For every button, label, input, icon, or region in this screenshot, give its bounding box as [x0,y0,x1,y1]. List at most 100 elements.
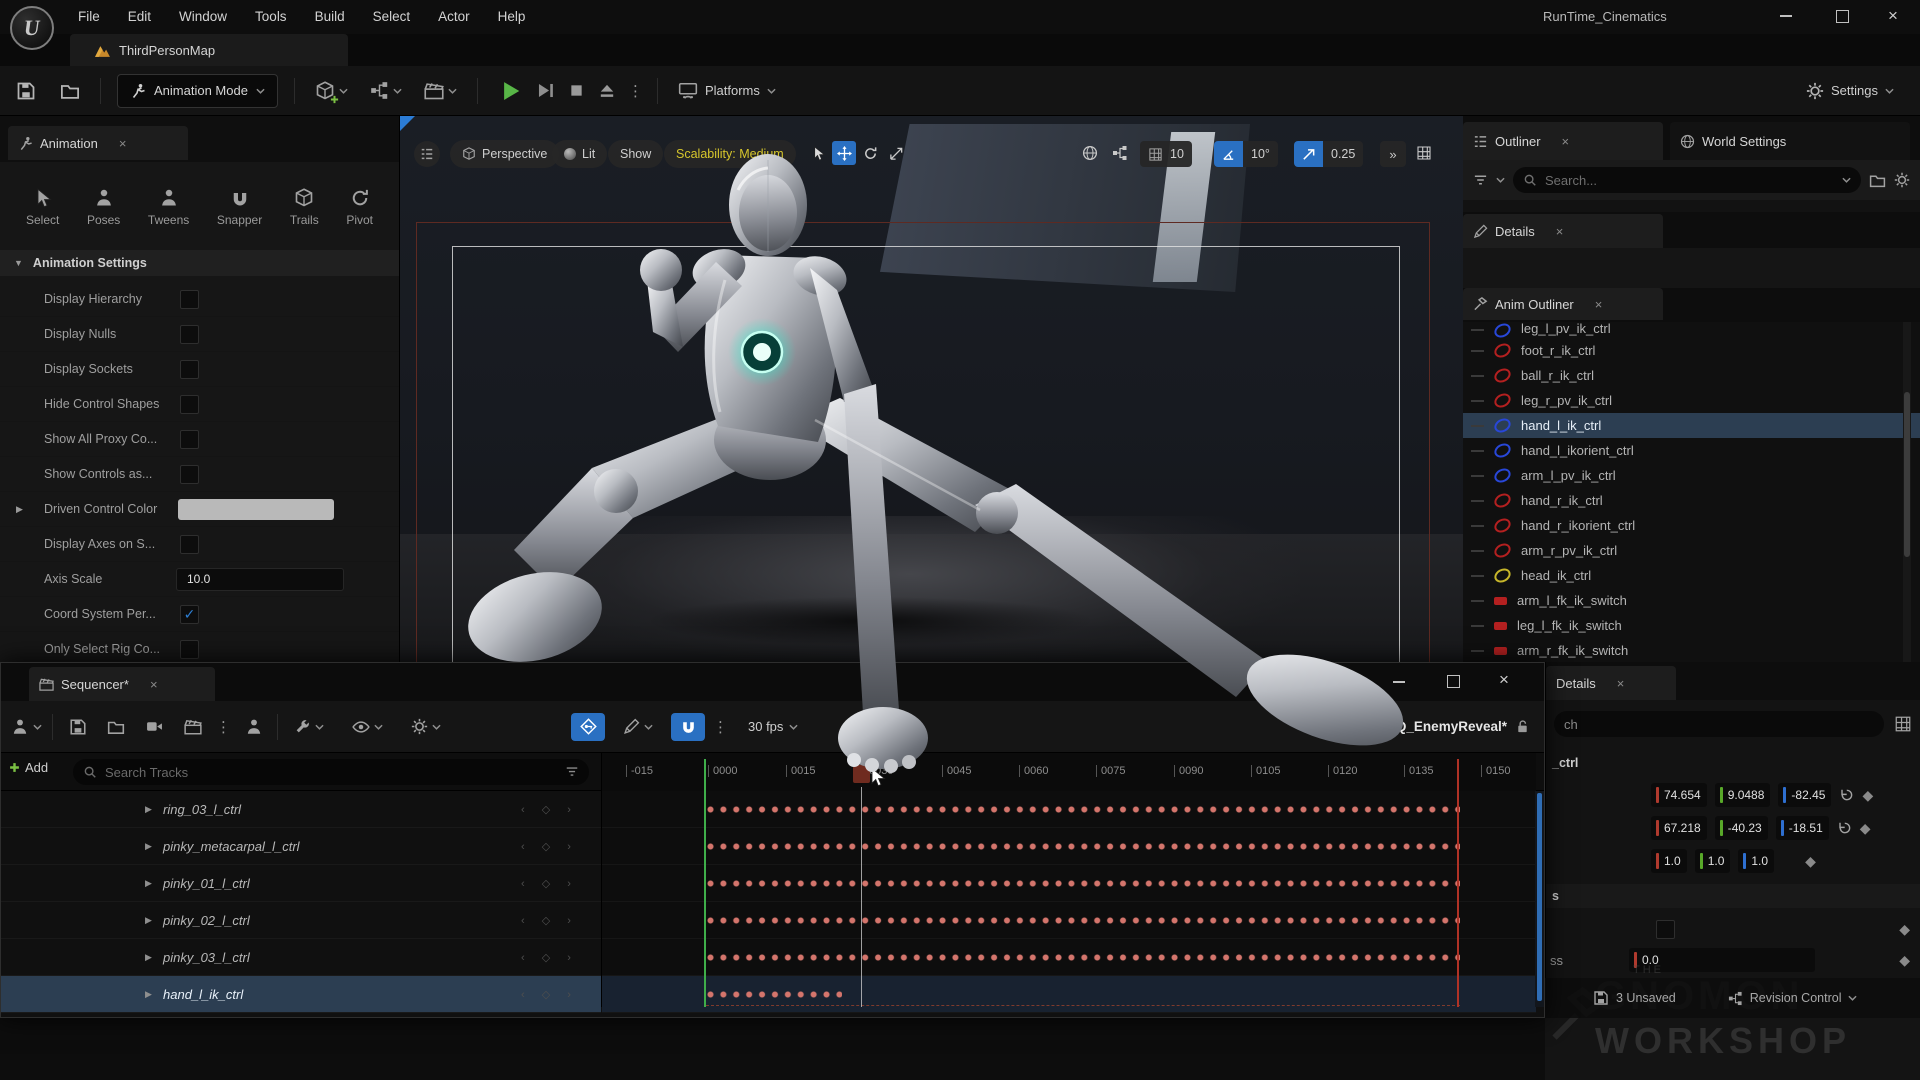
view-options-dropdown[interactable] [352,718,383,736]
play-button[interactable] [500,80,522,102]
sequencer-scrollbar[interactable] [1535,791,1544,1007]
keyframe-lane[interactable] [602,865,1536,902]
menu-edit[interactable]: Edit [114,0,165,34]
keyframe-lane[interactable] [602,902,1536,939]
tab-animation[interactable]: Animation × [8,126,188,160]
details-search-input[interactable]: ch [1554,711,1884,737]
sequencer-avatar-dropdown[interactable] [11,718,42,736]
save-button[interactable] [16,81,36,101]
checkbox[interactable]: ✓ [180,465,199,484]
settings-dropdown[interactable]: Settings [1806,82,1894,100]
checkbox[interactable]: ✓ [180,360,199,379]
close-icon[interactable]: × [150,677,158,692]
outliner-settings-gear-icon[interactable] [1894,172,1910,188]
track-row[interactable]: ▶pinky_02_l_ctrl‹ ◇ › [1,902,601,939]
value-x-field[interactable]: 1.0 [1651,849,1687,873]
menu-select[interactable]: Select [359,0,425,34]
frame-skip-button[interactable] [536,81,555,100]
value-z-field[interactable]: -18.51 [1776,816,1829,840]
keyframe-lane[interactable] [602,791,1536,828]
eject-button[interactable] [598,82,616,100]
fps-dropdown[interactable]: 30 fps [748,719,798,734]
platforms-dropdown[interactable]: Platforms [678,82,776,100]
keyframe-dots[interactable] [706,916,1460,925]
track-row[interactable]: ▶pinky_metacarpal_l_ctrl‹ ◇ › [1,828,601,865]
keyframe-dots[interactable] [706,990,842,999]
control-row[interactable]: arm_l_fk_ik_switch [1463,588,1920,613]
tab-sequencer[interactable]: Sequencer* × [29,667,215,701]
playback-range-start[interactable] [704,759,706,1007]
expand-arrow-icon[interactable]: ▶ [145,804,152,815]
control-row[interactable]: arm_r_fk_ik_switch [1463,638,1920,662]
checkbox[interactable]: ✓ [1656,920,1675,939]
keyframe-diamond-icon[interactable]: ◆ [1860,820,1871,837]
unsaved-indicator[interactable]: 3 Unsaved [1593,990,1676,1006]
keyframe-dots[interactable] [706,879,1460,888]
expand-arrow-icon[interactable]: ▶ [16,504,23,515]
expand-arrow-icon[interactable]: ▶ [145,841,152,852]
control-row[interactable]: arm_r_pv_ik_ctrl [1463,538,1920,563]
scrollbar-thumb[interactable] [1537,793,1542,1001]
checkbox[interactable]: ✓ [180,605,199,624]
tab-details-bottom[interactable]: Details × [1546,666,1676,700]
expand-arrow-icon[interactable]: ▶ [145,989,152,1000]
sequencer-close-button[interactable]: × [1499,670,1509,690]
value-x-field[interactable]: 67.218 [1651,816,1707,840]
track-row[interactable]: ▶pinky_03_l_ctrl‹ ◇ › [1,939,601,976]
playhead-line[interactable] [861,787,862,1007]
keyframe-lane[interactable] [602,828,1536,865]
close-icon[interactable]: × [1562,134,1570,149]
close-icon[interactable]: × [119,136,127,151]
sequencer-options-dots[interactable]: ⋮ [216,718,231,736]
tool-pivot[interactable]: Pivot [346,188,373,227]
snap-options-dots[interactable]: ⋮ [713,718,728,736]
keyframe-nav-icons[interactable]: ‹ ◇ › [521,988,578,1001]
color-swatch[interactable] [178,499,334,520]
track-row[interactable]: ▶pinky_01_l_ctrl‹ ◇ › [1,865,601,902]
value-z-field[interactable]: -82.45 [1778,783,1831,807]
keyframe-lane[interactable] [602,939,1536,976]
playback-options-dropdown[interactable] [411,718,441,735]
tool-poses[interactable]: Poses [87,188,120,227]
save-sequence-button[interactable] [69,718,87,736]
blueprints-dropdown[interactable] [370,81,402,100]
timeline-ruler[interactable]: -015 0000 0015 0030 0045 0060 0075 0090 … [601,753,1536,791]
tab-anim-outliner[interactable]: Anim Outliner × [1463,288,1663,320]
stop-button[interactable] [569,83,584,98]
control-row[interactable]: leg_r_pv_ik_ctrl [1463,388,1920,413]
scalability-dropdown[interactable]: Scalability: Medium [664,140,796,168]
value-x-field[interactable]: 74.654 [1651,783,1707,807]
lock-icon[interactable] [1515,719,1530,734]
keyframe-dots[interactable] [706,805,1460,814]
viewport[interactable]: Perspective Lit Show Scalability: Medium… [400,116,1463,662]
scale-snap-control[interactable]: 0.25 [1294,141,1363,167]
cinematics-dropdown[interactable] [424,81,457,101]
anim-outliner-scrollbar[interactable] [1903,322,1911,662]
control-row[interactable]: hand_l_ikorient_ctrl [1463,438,1920,463]
auto-key-button[interactable] [571,713,605,741]
checkbox[interactable]: ✓ [180,535,199,554]
control-row[interactable]: leg_l_pv_ik_ctrl [1463,322,1920,338]
value-y-field[interactable]: 9.0488 [1715,783,1771,807]
new-folder-icon[interactable] [1869,172,1886,189]
details-section-header[interactable]: s [1546,884,1920,908]
tool-trails[interactable]: Trails [290,188,319,227]
keyframe-dots[interactable] [706,842,1460,851]
level-tab[interactable]: ThirdPersonMap [70,34,348,66]
close-button[interactable]: × [1888,6,1898,26]
tab-details-top[interactable]: Details × [1463,214,1663,248]
add-actor-to-sequencer-button[interactable] [245,718,263,736]
scrollbar-thumb[interactable] [1904,392,1910,557]
checkbox[interactable]: ✓ [180,290,199,309]
control-row-selected[interactable]: hand_l_ik_ctrl [1463,413,1920,438]
menu-help[interactable]: Help [484,0,540,34]
control-row[interactable]: ball_r_ik_ctrl [1463,363,1920,388]
control-row[interactable]: arm_l_pv_ik_ctrl [1463,463,1920,488]
close-icon[interactable]: × [1595,297,1603,312]
checkbox[interactable]: ✓ [180,325,199,344]
tool-select[interactable]: Select [26,188,59,227]
editor-mode-dropdown[interactable]: Animation Mode [117,74,278,108]
keyframe-nav-icons[interactable]: ‹ ◇ › [521,914,578,927]
keyframe-lane-selected[interactable] [602,976,1536,1013]
filter-icon[interactable] [565,765,579,779]
